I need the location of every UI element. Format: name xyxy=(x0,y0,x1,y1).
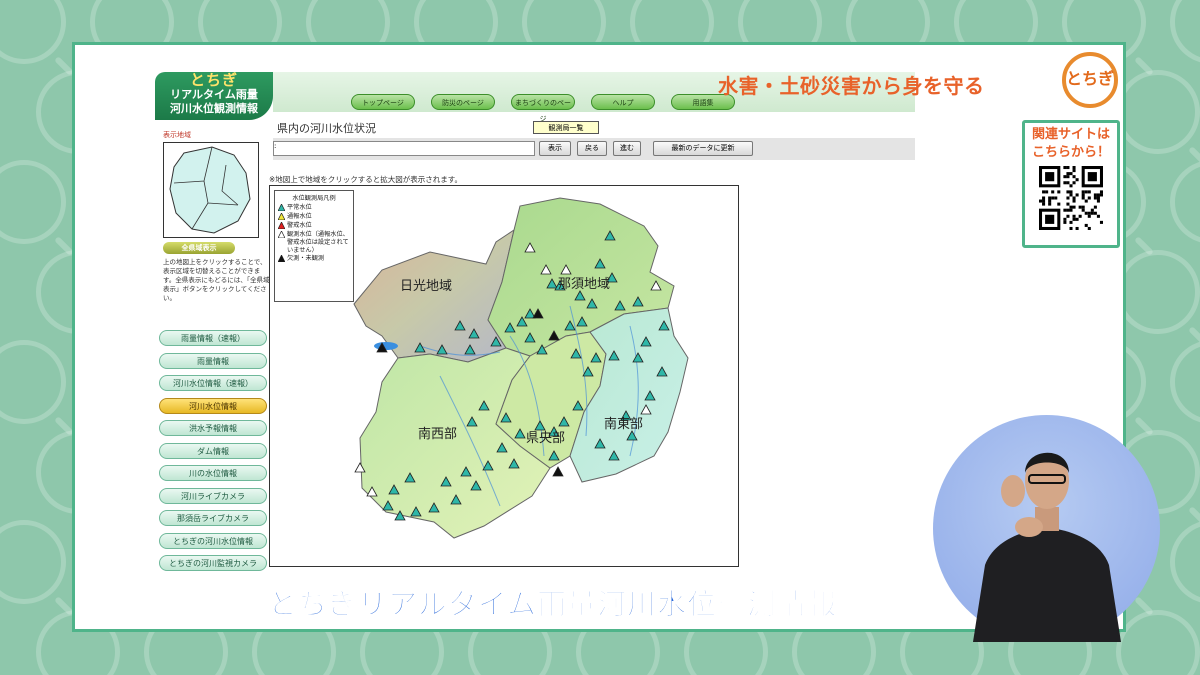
legend-label: 観測水位（通報水位、警戒水位は設定されていません） xyxy=(287,231,349,254)
map-note: ※地図上で地域をクリックすると拡大図が表示されます。 xyxy=(269,175,463,184)
side-menu-item[interactable]: 河川水位情報（速報） xyxy=(159,375,267,391)
program-caption: とちぎリアルタイム雨量河川水位観測情報 xyxy=(267,587,838,622)
legend-item: 観測水位（通報水位、警戒水位は設定されていません） xyxy=(277,230,350,255)
refresh-button[interactable]: 最新のデータに更新 xyxy=(653,141,753,156)
mini-map-outline xyxy=(169,146,251,234)
side-menu-item[interactable]: ダム情報 xyxy=(159,442,267,459)
background-logo-icon xyxy=(1170,340,1200,424)
nav-disaster-page[interactable]: 防災のページ xyxy=(431,94,495,110)
side-menu-item[interactable]: 雨量情報（速報） xyxy=(159,330,267,346)
related-sites-line2: こちらから！ xyxy=(1031,145,1110,160)
side-menu-item[interactable]: 河川ライブカメラ xyxy=(159,487,267,504)
map-legend: 水位観測局凡例 平常水位通報水位警戒水位観測水位（通報水位、警戒水位は設定されて… xyxy=(274,190,354,302)
page-title: 県内の河川水位状況 xyxy=(277,122,376,135)
forward-button[interactable]: 進む xyxy=(613,141,641,156)
legend-title: 水位観測局凡例 xyxy=(292,195,336,202)
nav-town-page[interactable]: まちづくりのページ xyxy=(511,94,575,123)
triangle-icon xyxy=(277,230,286,240)
whole-pref-button[interactable]: 全県域表示 xyxy=(163,242,235,254)
mini-map[interactable] xyxy=(163,142,259,238)
location-input[interactable]: : xyxy=(273,141,535,156)
side-menu-item[interactable]: とちぎの河川水位情報 xyxy=(159,532,267,549)
lake-chuzenji xyxy=(374,342,398,350)
triangle-icon xyxy=(277,221,286,231)
side-menu-item[interactable]: 洪水予報情報 xyxy=(159,420,267,436)
tochigi-logo: とちぎ xyxy=(1062,52,1118,108)
qr-code-icon[interactable] xyxy=(1039,166,1103,230)
triangle-icon xyxy=(277,212,286,222)
legend-item: 欠測・未観測 xyxy=(277,254,350,264)
side-menu-item[interactable]: とちぎの河川監視カメラ xyxy=(159,555,267,571)
legend-label: 欠測・未観測 xyxy=(287,255,325,262)
region-nikko xyxy=(353,228,515,363)
back-button[interactable]: 戻る xyxy=(577,141,607,156)
show-button[interactable]: 表示 xyxy=(539,141,571,156)
side-menu-item[interactable]: 那須岳ライブカメラ xyxy=(159,510,267,526)
side-menu-item[interactable]: 川の水位情報 xyxy=(159,465,267,481)
background-logo-icon xyxy=(0,0,66,64)
background-logo-icon xyxy=(1116,70,1200,154)
prefecture-map[interactable]: 水位観測局凡例 平常水位通報水位警戒水位観測水位（通報水位、警戒水位は設定されて… xyxy=(269,185,739,567)
logo-line3: 河川水位観測情報 xyxy=(170,102,258,115)
logo-line2: リアルタイム雨量 xyxy=(170,88,258,101)
legend-item: 通報水位 xyxy=(277,212,350,222)
tochigi-logo-text: とちぎ xyxy=(1066,69,1115,88)
background-logo-icon xyxy=(1170,160,1200,244)
station-marker[interactable] xyxy=(552,466,564,477)
label-nasu: 那須地域 xyxy=(558,277,610,292)
triangle-icon xyxy=(277,254,286,264)
background-logo-icon xyxy=(0,340,66,424)
site-logo[interactable]: とちぎ リアルタイム雨量 河川水位観測情報 xyxy=(155,72,273,120)
obs-list-button[interactable]: 観測局一覧 xyxy=(533,121,599,134)
control-row: : 表示 戻る 進む 最新のデータに更新 xyxy=(273,138,915,160)
interpreter-left-hand xyxy=(1001,475,1025,507)
background-logo-icon xyxy=(0,160,66,244)
label-kenou: 県央部 xyxy=(526,431,565,446)
side-menu-item[interactable]: 雨量情報 xyxy=(159,352,267,369)
side-menu-item[interactable]: 河川水位情報 xyxy=(159,397,267,414)
legend-item: 警戒水位 xyxy=(277,221,350,231)
legend-label: 平常水位 xyxy=(287,204,312,211)
slogan-banner: 水害・土砂災害から身を守る xyxy=(718,74,985,98)
captured-webpage: とちぎ リアルタイム雨量 河川水位観測情報 トップページ 防災のページ まちづく… xyxy=(155,72,915,577)
background-logo-icon xyxy=(1170,520,1200,604)
side-note: 上の地図上をクリックすることで、表示区域を切替えることができます。全県表示にもど… xyxy=(163,258,270,302)
label-nansei: 南西部 xyxy=(418,426,457,442)
logo-line1: とちぎ xyxy=(189,71,238,89)
legend-label: 通報水位 xyxy=(287,213,312,220)
nav-top-page[interactable]: トップページ xyxy=(351,94,415,110)
label-nantou: 南東部 xyxy=(604,416,643,432)
triangle-icon xyxy=(277,203,286,213)
nav-help[interactable]: ヘルプ xyxy=(591,94,655,110)
related-sites-panel: 関連サイトは こちらから！ xyxy=(1022,120,1120,248)
side-menu: 雨量情報（速報） 雨量情報河川水位情報（速報） 河川水位情報 洪水予報情報 ダム情報川の… xyxy=(159,330,267,578)
interpreter-right-hand xyxy=(1015,517,1043,537)
background-logo-icon xyxy=(1170,0,1200,64)
sign-language-interpreter xyxy=(933,415,1160,642)
area-label: 表示地域 xyxy=(163,131,191,139)
background-logo-icon xyxy=(0,520,66,604)
legend-label: 警戒水位 xyxy=(287,222,312,229)
background-logo-icon xyxy=(1116,250,1200,334)
related-sites-line1: 関連サイトは xyxy=(1031,127,1110,142)
legend-item: 平常水位 xyxy=(277,203,350,213)
label-nikko: 日光地域 xyxy=(400,279,452,294)
interpreter-body xyxy=(973,529,1121,642)
